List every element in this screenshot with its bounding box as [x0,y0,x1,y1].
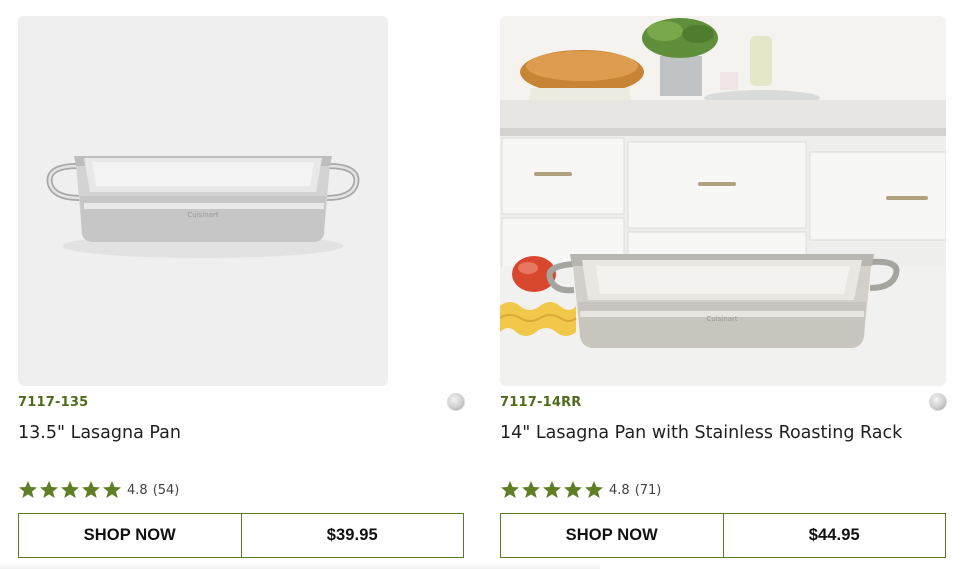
price-button[interactable]: $39.95 [242,514,464,557]
star-icon [19,481,37,498]
star-icon [543,481,561,498]
star-icon [522,481,540,498]
product-title[interactable]: 13.5" Lasagna Pan [18,423,181,443]
kitchen-scene-image: Cuisinart [500,16,946,386]
star-rating [18,480,122,500]
shop-now-button[interactable]: SHOP NOW [501,514,724,557]
review-count[interactable]: (54) [153,483,180,498]
star-rating [500,480,604,500]
product-actions: SHOP NOW $39.95 [18,513,464,558]
color-swatch-stainless[interactable] [448,394,464,410]
product-actions: SHOP NOW $44.95 [500,513,946,558]
rating-value: 4.8 [609,482,630,498]
star-icon [501,481,519,498]
svg-text:Cuisinart: Cuisinart [706,315,737,323]
rating-value: 4.8 [127,482,148,498]
star-icon [40,481,58,498]
product-image[interactable]: Cuisinart [500,16,946,386]
star-icon [585,481,603,498]
section-divider [0,563,600,569]
svg-text:Cuisinart: Cuisinart [187,211,218,219]
shop-now-button[interactable]: SHOP NOW [19,514,242,557]
product-rating[interactable]: 4.8 (71) [500,480,661,500]
product-sku: 7117-14RR [500,395,582,410]
star-icon [103,481,121,498]
stainless-pan-image: Cuisinart [18,16,388,386]
product-rating[interactable]: 4.8 (54) [18,480,179,500]
product-image[interactable]: Cuisinart [18,16,388,386]
review-count[interactable]: (71) [635,483,662,498]
star-icon [564,481,582,498]
price-button[interactable]: $44.95 [724,514,946,557]
color-swatch-stainless[interactable] [930,394,946,410]
product-title[interactable]: 14" Lasagna Pan with Stainless Roasting … [500,423,902,443]
star-icon [82,481,100,498]
product-sku: 7117-135 [18,395,89,410]
star-icon [61,481,79,498]
